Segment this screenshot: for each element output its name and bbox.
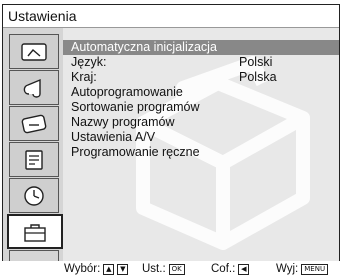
menu-item-label: Nazwy programów (71, 115, 175, 129)
tab-timer[interactable] (9, 178, 59, 213)
country-value: Polska (239, 70, 277, 84)
menu-key-icon: MENU (301, 263, 329, 275)
select-hint: Wybór: ▲ ▼ (64, 263, 129, 275)
menu-item-auto-init[interactable]: Automatyczna inicjalizacja (63, 40, 339, 55)
set-label: Ust.: (142, 263, 166, 275)
back-hint: Cof.: ◀ (211, 263, 250, 275)
ok-key-icon: OK (168, 263, 185, 275)
picture-icon (21, 42, 47, 61)
up-down-arrow-icon: ▲ (103, 263, 115, 275)
menu-item-label: Kraj: (71, 70, 97, 84)
tab-empty (9, 250, 59, 261)
sidebar (3, 28, 63, 261)
menu-item-program-names[interactable]: Nazwy programów (63, 115, 339, 130)
language-value: Polski (239, 55, 273, 69)
menu-item-program-sorting[interactable]: Sortowanie programów (63, 100, 339, 115)
sound-icon (23, 78, 41, 98)
set-hint: Ust.: OK (142, 263, 185, 275)
window-title: Ustawienia (8, 8, 77, 24)
tab-picture[interactable] (9, 34, 59, 69)
screen-icon (21, 114, 47, 133)
exit-label: Wyj: (276, 263, 299, 275)
settings-window: Ustawienia Automatyczna inicjalizacja Ję… (2, 4, 340, 261)
menu-panel: Automatyczna inicjalizacja Język: Polski … (63, 28, 339, 261)
menu-item-language[interactable]: Język: Polski (63, 55, 339, 70)
menu-item-manual-programming[interactable]: Programowanie ręczne (63, 145, 339, 160)
timer-icon (24, 185, 44, 206)
menu-item-label: Autoprogramowanie (71, 85, 183, 99)
tab-features[interactable] (9, 142, 59, 177)
features-icon (25, 149, 43, 170)
menu-item-av-settings[interactable]: Ustawienia A/V (63, 130, 339, 145)
tab-settings[interactable] (7, 214, 63, 249)
down-arrow-icon: ▼ (117, 263, 129, 275)
menu-item-country[interactable]: Kraj: Polska (63, 70, 339, 85)
menu-item-label: Programowanie ręczne (71, 145, 200, 159)
tab-screen[interactable] (9, 106, 59, 141)
menu-item-label: Ustawienia A/V (71, 130, 156, 144)
menu-item-autoprogram[interactable]: Autoprogramowanie (63, 85, 339, 100)
select-label: Wybór: (64, 263, 101, 275)
menu-item-label: Automatyczna inicjalizacja (71, 40, 217, 54)
settings-menu: Automatyczna inicjalizacja Język: Polski … (63, 40, 339, 160)
tab-sound[interactable] (9, 70, 59, 105)
exit-hint: Wyj: MENU (276, 263, 329, 275)
left-arrow-icon: ◀ (238, 263, 250, 275)
menu-item-label: Sortowanie programów (71, 100, 200, 114)
key-guide-footer: Wybór: ▲ ▼ Ust.: OK Cof.: ◀ Wyj: MENU (0, 261, 345, 279)
settings-toolbox-icon (24, 223, 46, 242)
menu-item-label: Język: (71, 55, 107, 69)
back-label: Cof.: (211, 263, 236, 275)
title-bar: Ustawienia (3, 5, 339, 28)
